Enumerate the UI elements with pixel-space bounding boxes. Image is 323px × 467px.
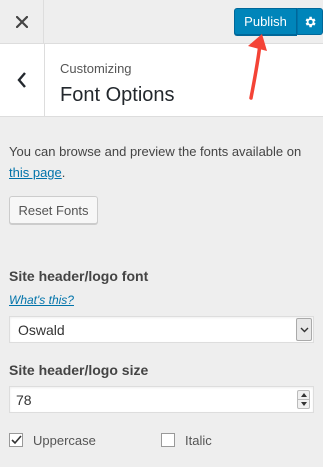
italic-option[interactable]: Italic (161, 432, 212, 448)
select-arrow-button[interactable] (296, 318, 312, 341)
customizer-header: Publish (0, 0, 323, 44)
chevron-down-icon (300, 327, 308, 332)
logo-size-value: 78 (16, 392, 32, 408)
uppercase-checkbox[interactable] (9, 433, 23, 447)
back-button[interactable] (0, 44, 45, 116)
description-text: You can browse and preview the fonts ava… (9, 144, 302, 159)
section-description: You can browse and preview the fonts ava… (9, 141, 317, 183)
number-spinner (297, 390, 310, 409)
decrement-button[interactable] (298, 399, 309, 408)
caret-up-icon (300, 393, 307, 397)
chevron-left-icon (17, 72, 26, 88)
breadcrumb: Customizing (60, 61, 132, 76)
page-title: Font Options (60, 84, 175, 106)
font-select[interactable]: Oswald (9, 316, 314, 343)
font-select-value: Oswald (18, 322, 65, 338)
description-suffix: . (61, 165, 66, 180)
gear-icon (305, 16, 316, 27)
section-title-bar: Customizing Font Options (0, 44, 323, 117)
whats-this-link[interactable]: What's this? (9, 293, 74, 307)
size-field-label: Site header/logo size (9, 362, 149, 378)
italic-label: Italic (185, 432, 212, 448)
close-icon (15, 16, 28, 28)
publish-button[interactable]: Publish (234, 8, 297, 35)
logo-size-input[interactable]: 78 (9, 386, 314, 413)
caret-down-icon (300, 402, 307, 406)
italic-checkbox[interactable] (161, 433, 175, 447)
font-field-label: Site header/logo font (9, 268, 149, 284)
fonts-page-link[interactable]: this page (9, 165, 62, 180)
reset-fonts-button[interactable]: Reset Fonts (9, 196, 98, 224)
uppercase-label: Uppercase (33, 432, 96, 448)
close-button[interactable] (0, 0, 44, 44)
checkmark-icon (10, 435, 22, 445)
uppercase-option[interactable]: Uppercase (9, 432, 96, 448)
publish-settings-button[interactable] (297, 8, 323, 35)
annotation-arrow-icon (248, 34, 267, 100)
increment-button[interactable] (298, 391, 309, 399)
